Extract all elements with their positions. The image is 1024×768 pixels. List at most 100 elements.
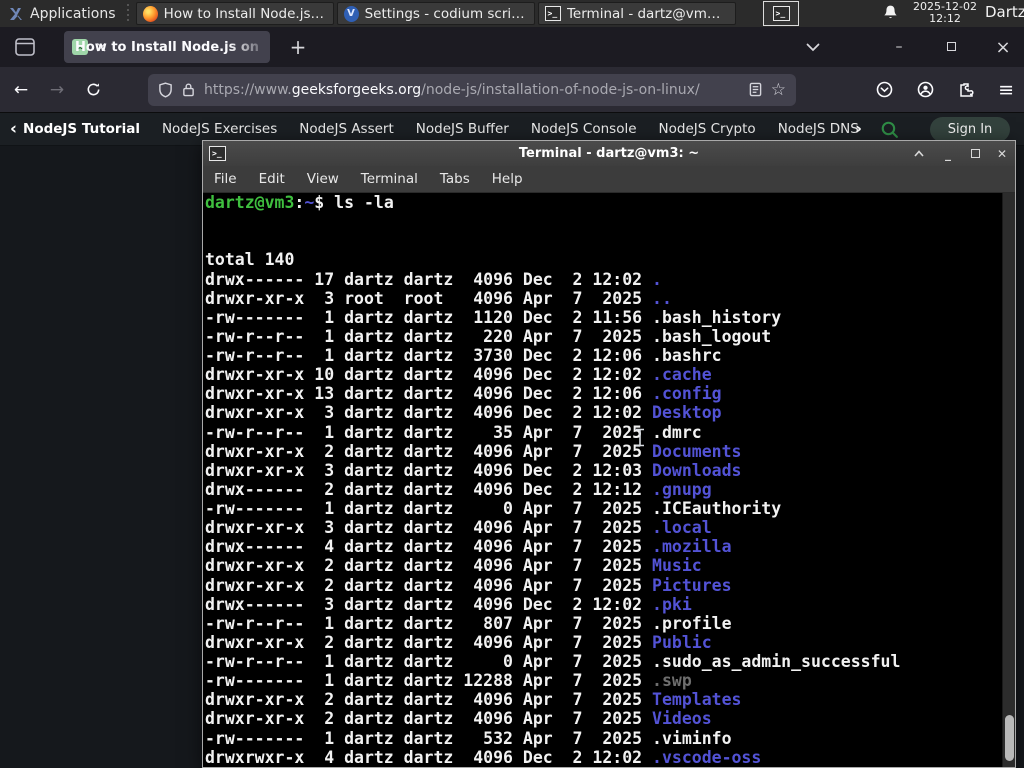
applications-menu-label: Applications [30,5,116,22]
panel-separator [123,3,132,24]
terminal-scrollbar-thumb[interactable] [1005,715,1014,761]
terminal-menu-help[interactable]: Help [481,171,534,187]
terminal-menu-tabs[interactable]: Tabs [429,171,481,187]
terminal-line: -rw------- 1 dartz dartz 12288 Apr 7 202… [205,671,692,691]
search-icon[interactable] [880,120,899,139]
firefox-icon [142,5,158,22]
gfg-nav-link[interactable]: NodeJS Assert [299,121,416,137]
tab-strip: ∞ How to Install Node.js on × + – × [0,27,1024,67]
gfg-nav-link[interactable]: NodeJS DNS [778,121,881,137]
terminal-prompt-line: dartz@vm3:~$ ls -la [205,193,394,212]
terminal-title: Terminal - dartz@vm3: ~ [518,146,700,161]
tab-title: How to Install Node.js on [74,39,260,55]
terminal-line: drwxr-xr-x 3 dartz dartz 4096 Dec 2 12:0… [205,460,742,480]
terminal-line: drwxr-xr-x 10 dartz dartz 4096 Dec 2 12:… [205,365,712,385]
terminal-line: -rw------- 1 dartz dartz 0 Apr 7 2025 .I… [205,499,782,519]
url-text: https://www.geeksforgeeks.org/node-js/in… [204,81,700,98]
gfg-nav-links: NodeJS Tutorial NodeJS Exercises NodeJS As… [23,121,881,137]
tracking-shield-icon[interactable] [158,81,173,98]
window-button-terminal[interactable]: >_ Terminal - dartz@vm3: ~ [537,2,736,25]
gfg-nav-link[interactable]: NodeJS Tutorial [23,121,162,137]
gfg-nav-link[interactable]: NodeJS Console [531,121,659,137]
list-all-tabs-icon[interactable] [806,43,832,52]
gfg-nav-link[interactable]: NodeJS Buffer [416,121,531,137]
new-tab-button[interactable]: + [284,33,312,61]
browser-minimize-button[interactable]: – [886,39,912,55]
window-minimize-button[interactable]: _ [941,147,955,161]
desktop: Applications How to Install Node.js o...… [0,0,1024,768]
nav-scroll-left-icon[interactable]: ‹ [10,119,17,139]
window-maximize-button[interactable] [968,147,982,161]
reload-button[interactable] [78,75,108,105]
panel-clock[interactable]: 2025-12-02 12:12 [912,1,978,25]
terminal-line: drwxr-xr-x 3 dartz dartz 4096 Dec 2 12:0… [205,403,722,423]
reader-mode-icon[interactable] [749,82,762,97]
pocket-icon[interactable] [876,81,893,98]
firefox-view-icon[interactable] [10,33,40,61]
terminal-line: drwxr-xr-x 2 dartz dartz 4096 Apr 7 2025… [205,575,732,595]
terminal-line: drwxrwxr-x 4 dartz dartz 4096 Dec 2 12:0… [205,747,762,767]
notification-bell-icon[interactable] [882,4,899,21]
terminal-line: drwxr-xr-x 2 dartz dartz 4096 Apr 7 2025… [205,632,712,652]
terminal-line: -rw-r--r-- 1 dartz dartz 0 Apr 7 2025 .s… [205,652,901,672]
terminal-scrollbar[interactable] [1002,193,1015,767]
terminal-line: drwxr-xr-x 13 dartz dartz 4096 Dec 2 12:… [205,384,722,404]
terminal-titlebar[interactable]: >_ Terminal - dartz@vm3: ~ _ ✕ [203,141,1015,166]
nav-scroll-right-icon[interactable]: › [855,119,862,139]
terminal-window-icon: >_ [209,146,226,161]
terminal-window: >_ Terminal - dartz@vm3: ~ _ ✕ File Edit V… [202,140,1016,768]
window-button-firefox[interactable]: How to Install Node.js o... [135,2,334,25]
hamburger-menu-icon[interactable]: ≡ [998,79,1014,101]
terminal-menu-view[interactable]: View [296,171,350,187]
terminal-line: drwx------ 2 dartz dartz 4096 Dec 2 12:1… [205,479,712,499]
terminal-window-controls: _ ✕ [914,147,1009,161]
forward-button[interactable]: → [42,75,72,105]
terminal-line: drwxr-xr-x 2 dartz dartz 4096 Apr 7 2025… [205,441,742,461]
window-button-label: How to Install Node.js o... [163,5,327,22]
terminal-line: -rw------- 1 dartz dartz 532 Apr 7 2025 … [205,728,732,748]
window-button-label: Settings - codium script... [364,5,528,22]
window-button-label: Terminal - dartz@vm3: ~ [566,5,729,22]
lock-icon[interactable] [182,82,195,97]
browser-window-controls: – × [806,27,1016,67]
applications-menu-button[interactable]: Applications [0,0,124,27]
window-buttons-area: How to Install Node.js o... V Settings - c… [135,2,739,25]
gfg-nav-link[interactable]: NodeJS Exercises [162,121,299,137]
clock-time: 12:12 [929,12,961,25]
terminal-line: -rw-r--r-- 1 dartz dartz 35 Apr 7 2025 .… [205,422,702,442]
terminal-menu-terminal[interactable]: Terminal [350,171,429,187]
terminal-line: drwxr-xr-x 2 dartz dartz 4096 Apr 7 2025… [205,709,712,729]
user-menu[interactable]: Dartz [985,3,1024,21]
terminal-line: -rw-r--r-- 1 dartz dartz 220 Apr 7 2025 … [205,326,772,346]
terminal-line: drwx------ 3 dartz dartz 4096 Dec 2 12:0… [205,594,692,614]
account-icon[interactable] [917,81,934,98]
window-shade-button[interactable] [914,150,928,157]
terminal-line: drwx------ 17 dartz dartz 4096 Dec 2 12:… [205,269,662,289]
terminal-content[interactable]: dartz@vm3:~$ ls -la total 140 drwx------ … [203,193,1015,767]
terminal-line: drwx------ 4 dartz dartz 4096 Apr 7 2025… [205,537,732,557]
browser-tab[interactable]: ∞ How to Install Node.js on × [64,31,270,63]
terminal-total-line: total 140 [205,250,295,270]
tray-terminal-icon[interactable]: >_ [763,1,799,26]
gfg-nav-link[interactable]: NodeJS Crypto [659,121,778,137]
applications-menu-icon [8,6,24,22]
terminal-icon: >_ [544,6,561,21]
bookmark-star-icon[interactable]: ☆ [771,80,786,100]
vscodium-icon: V [343,5,359,22]
terminal-line: -rw------- 1 dartz dartz 1120 Dec 2 11:5… [205,307,782,327]
browser-maximize-button[interactable] [938,39,964,55]
browser-close-button[interactable]: × [990,37,1016,58]
terminal-line: drwxr-xr-x 2 dartz dartz 4096 Apr 7 2025… [205,690,742,710]
window-button-vscodium[interactable]: V Settings - codium script... [336,2,535,25]
extensions-puzzle-icon[interactable] [958,82,974,98]
url-bar[interactable]: https://www.geeksforgeeks.org/node-js/in… [148,73,796,106]
back-button[interactable]: ← [6,75,36,105]
terminal-icon: >_ [772,6,790,21]
window-close-button[interactable]: ✕ [995,147,1009,161]
terminal-line: drwxr-xr-x 3 dartz dartz 4096 Apr 7 2025… [205,518,712,538]
mouse-cursor-ibeam [634,428,646,447]
terminal-menu-file[interactable]: File [203,171,248,187]
terminal-line: drwxr-xr-x 2 dartz dartz 4096 Apr 7 2025… [205,556,702,576]
sign-in-button[interactable]: Sign In [930,117,1010,142]
terminal-menu-edit[interactable]: Edit [248,171,296,187]
